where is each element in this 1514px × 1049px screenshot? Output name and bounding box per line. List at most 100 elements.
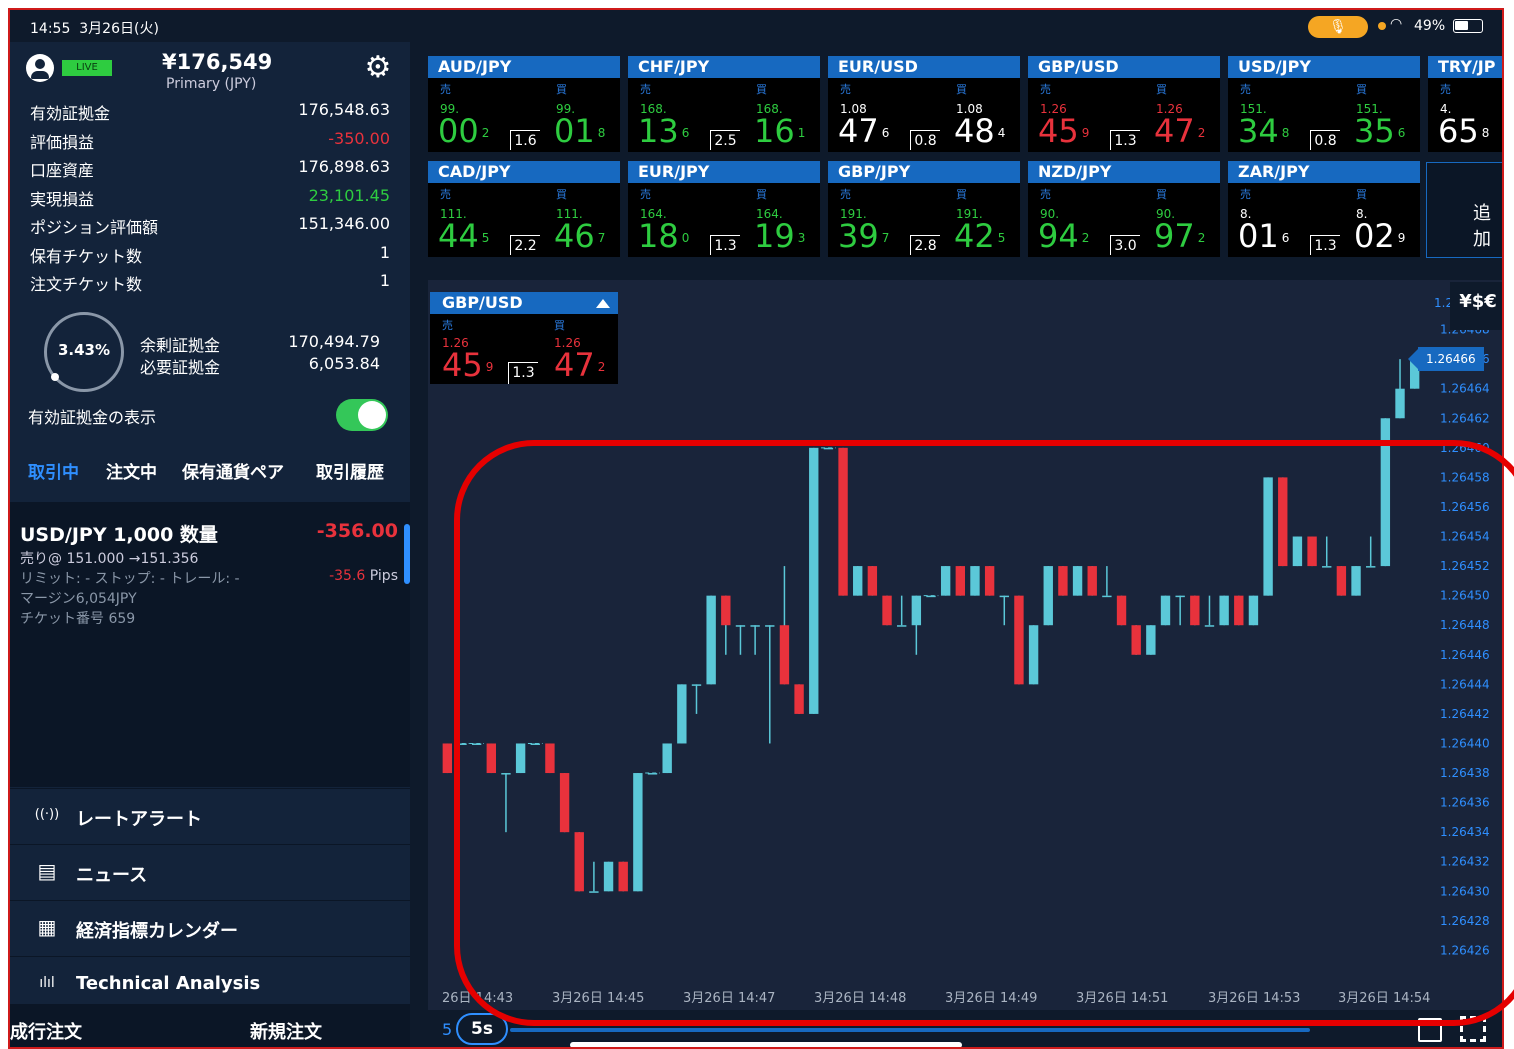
candle-body: [1146, 625, 1156, 655]
position-ticket: チケット番号 659: [20, 611, 136, 627]
rate-tile-nzd-jpy[interactable]: NZD/JPY 売買 90. 90. 94 2 97 2 3.0: [1028, 161, 1220, 257]
candle-body: [1263, 477, 1273, 596]
account-row: 口座資産 176,898.63: [30, 157, 390, 183]
candle-body: [1380, 418, 1391, 567]
candle: [559, 773, 570, 833]
add-pair-button[interactable]: 追加: [1426, 162, 1502, 258]
price-chart[interactable]: 1.264681.264661.264641.264621.264601.264…: [428, 280, 1504, 1010]
buy-price-button[interactable]: 46 7: [554, 219, 605, 253]
y-tick-label: 1.26450: [1440, 589, 1490, 603]
candle-body: [486, 743, 496, 774]
tile-pair: EUR/JPY: [628, 161, 820, 183]
rate-tile-aud-jpy[interactable]: AUD/JPY 売買 99. 99. 00 2 01 8 1.6: [428, 56, 620, 152]
tab-orders[interactable]: 注文中: [106, 458, 157, 483]
rate-tile-chf-jpy[interactable]: CHF/JPY 売買 168. 168. 13 6 16 1 2.5: [628, 56, 820, 152]
candle-body: [1102, 595, 1112, 598]
tab-open-trades[interactable]: 取引中: [28, 458, 79, 483]
scroll-indicator[interactable]: [404, 524, 410, 584]
status-bar: 14:55 3月26日(火) 🎙 ◠ 49%: [10, 10, 1502, 42]
rate-tile-cad-jpy[interactable]: CAD/JPY 売買 111. 111. 44 5 46 7 2.2: [428, 161, 620, 257]
account-icon[interactable]: [26, 54, 54, 82]
buy-price-button[interactable]: 19 3: [754, 219, 805, 253]
new-order-button[interactable]: 新規注文: [250, 1018, 322, 1044]
sell-price-button[interactable]: 00 2: [438, 114, 489, 148]
candle-body: [1292, 536, 1303, 567]
sell-price-button[interactable]: 94 2: [1038, 219, 1089, 253]
gear-icon[interactable]: ⚙: [362, 52, 394, 84]
y-tick-label: 1.26442: [1440, 707, 1490, 721]
battery-icon: [1453, 19, 1483, 33]
rate-tile-eur-jpy[interactable]: EUR/JPY 売買 164. 164. 18 0 19 3 1.3: [628, 161, 820, 257]
position-card[interactable]: USD/JPY 1,000 数量 -356.00 売り@ 151.000 →15…: [10, 502, 410, 787]
buy-price-button[interactable]: 97 2: [1154, 219, 1205, 253]
candle: [1146, 625, 1156, 655]
account-row-value: 176,548.63: [298, 100, 390, 119]
candle-body: [911, 595, 922, 626]
equity-toggle[interactable]: [336, 399, 388, 431]
position-tabs: 取引中 注文中 保有通貨ペア 取引履歴: [10, 458, 410, 498]
y-tick-label: 1.26434: [1440, 825, 1490, 839]
market-order-button[interactable]: 成行注文: [10, 1018, 82, 1044]
menu-rate-alert[interactable]: ((·)) レートアラート: [10, 788, 410, 844]
candlestick-chart[interactable]: 1.264681.264661.264641.264621.264601.264…: [428, 280, 1504, 1010]
free-margin-value: 170,494.79: [288, 332, 380, 351]
buy-price-button[interactable]: 48 4: [954, 114, 1005, 148]
buy-price-button[interactable]: 42 5: [954, 219, 1005, 253]
menu-label: 経済指標カレンダー: [76, 921, 238, 942]
candle: [1380, 418, 1391, 567]
rate-tile-usd-jpy[interactable]: USD/JPY 売買 151. 151. 34 8 35 6 0.8: [1228, 56, 1420, 152]
plot-area: [440, 280, 1432, 1010]
home-indicator[interactable]: [570, 1042, 962, 1047]
chart-tile-pair[interactable]: GBP/USD: [430, 292, 618, 314]
chart-rate-tile[interactable]: GBP/USD 売 買 1.26 1.26 45 9 47 2 1.3: [430, 292, 618, 384]
collapse-triangle-icon[interactable]: [596, 299, 610, 308]
spread-value: 1.6: [510, 130, 540, 150]
rate-tile-try-jp[interactable]: TRY/JP 売 4. 65 8: [1428, 56, 1502, 152]
candle: [1072, 566, 1083, 596]
currency-button[interactable]: ¥$€: [1450, 282, 1502, 330]
y-tick-label: 1.26456: [1440, 500, 1490, 514]
sell-price-button[interactable]: 34 8: [1238, 114, 1289, 148]
tile-pair: EUR/USD: [828, 56, 1020, 78]
x-tick-label: 3月26日 14:49: [945, 991, 1037, 1006]
sell-price-button[interactable]: 13 6: [638, 114, 689, 148]
rate-tile-zar-jpy[interactable]: ZAR/JPY 売買 8. 8. 01 6 02 9 1.3: [1228, 161, 1420, 257]
candle-body: [1116, 595, 1127, 626]
period-prev[interactable]: 5: [442, 1020, 452, 1039]
sell-price-button[interactable]: 45 9: [1038, 114, 1089, 148]
sell-price-button[interactable]: 45 9: [442, 348, 493, 382]
rate-tile-gbp-usd[interactable]: GBP/USD 売買 1.26 1.26 45 9 47 2 1.3: [1028, 56, 1220, 152]
candle: [633, 773, 643, 892]
y-tick-label: 1.26444: [1440, 677, 1490, 691]
sell-price-button[interactable]: 65 8: [1438, 114, 1489, 148]
period-slider[interactable]: [510, 1028, 1310, 1032]
buy-price-button[interactable]: 16 1: [754, 114, 805, 148]
menu-news[interactable]: ▤ ニュース: [10, 844, 410, 900]
sell-price-button[interactable]: 44 5: [438, 219, 489, 253]
candle: [984, 566, 995, 596]
sell-price-button[interactable]: 47 6: [838, 114, 889, 148]
spread-value: 1.3: [1310, 235, 1340, 255]
buy-price-button[interactable]: 47 2: [1154, 114, 1205, 148]
rate-tile-gbp-jpy[interactable]: GBP/JPY 売買 191. 191. 39 7 42 5 2.8: [828, 161, 1020, 257]
candle-body: [999, 595, 1009, 598]
tab-holdings[interactable]: 保有通貨ペア: [182, 458, 284, 483]
rate-tile-eur-usd[interactable]: EUR/USD 売買 1.08 1.08 47 6 48 4 0.8: [828, 56, 1020, 152]
buy-price-button[interactable]: 01 8: [554, 114, 605, 148]
sell-price-button[interactable]: 39 7: [838, 219, 889, 253]
sell-price-button[interactable]: 18 0: [638, 219, 689, 253]
candle: [809, 447, 819, 714]
candle-body: [1160, 595, 1171, 626]
spread-value: 2.2: [510, 235, 540, 255]
buy-price-button[interactable]: 02 9: [1354, 219, 1405, 253]
candle-body: [984, 566, 995, 596]
tab-history[interactable]: 取引履歴: [316, 458, 384, 483]
expand-icon[interactable]: [1418, 1018, 1442, 1042]
buy-price-button[interactable]: 47 2: [554, 348, 605, 382]
buy-price-button[interactable]: 35 6: [1354, 114, 1405, 148]
fullscreen-icon[interactable]: [1460, 1016, 1486, 1042]
candle: [1058, 566, 1068, 596]
sell-price-button[interactable]: 01 6: [1238, 219, 1289, 253]
menu-calendar[interactable]: ▦ 経済指標カレンダー: [10, 900, 410, 956]
period-button[interactable]: 5s: [456, 1013, 508, 1045]
